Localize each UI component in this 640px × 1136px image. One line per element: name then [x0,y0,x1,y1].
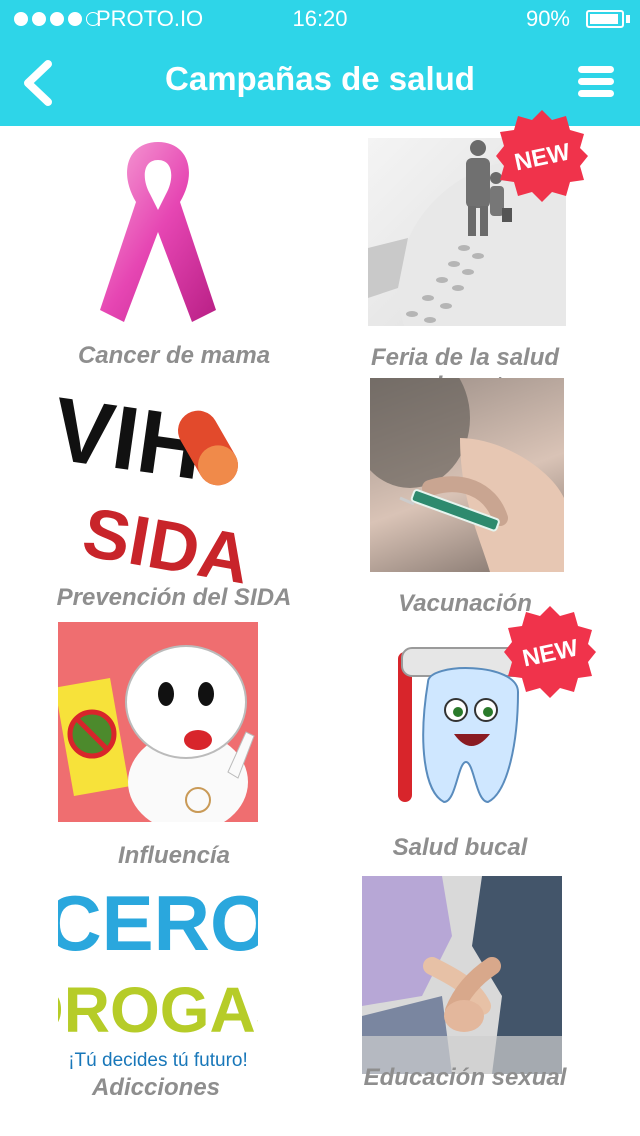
flu-mascot-icon [58,622,258,822]
new-badge: NEW [496,110,588,202]
campaign-label: Prevención del SIDA [56,584,292,611]
battery-tip [626,15,630,23]
campaign-card-salud-bucal[interactable]: NEW Salud bucal [340,606,610,870]
cero-drogas-logo: CERO DROGAS ¡Tú decides tú futuro! [58,880,258,1076]
svg-text:CERO: CERO [58,880,258,967]
battery-icon [586,10,624,28]
svg-text:SIDA: SIDA [77,493,255,588]
hamburger-menu-icon [578,66,614,73]
campaign-label: Influencía [117,842,231,869]
battery-percent: 90% [525,6,570,31]
campaign-card-adicciones[interactable]: CERO DROGAS ¡Tú decides tú futuro! Adicc… [56,880,292,1110]
campaign-card-prevencion-sida[interactable]: VIH SIDA Prevención del SIDA [56,386,292,636]
svg-text:DROGAS: DROGAS [58,974,258,1046]
campaign-label: Salud bucal [392,834,528,861]
campaign-label: Educación sexual [363,1064,567,1091]
campaign-card-influencia[interactable]: Influencía [56,620,292,870]
campaign-card-feria-salud-migrante[interactable]: NEW Feria de la salud migrante [340,110,590,400]
campaign-label: Adicciones [91,1074,221,1101]
page-title: Campañas de salud [165,60,475,97]
svg-text:¡Tú decides tú futuro!: ¡Tú decides tú futuro! [68,1050,248,1071]
campaign-card-educacion-sexual[interactable]: Educación sexual [340,874,590,1120]
campaign-label: Cancer de mama [77,342,271,369]
pink-ribbon-icon [88,132,228,332]
holding-hands-icon [362,876,562,1074]
new-badge: NEW [504,606,596,698]
campaign-card-vacunacion[interactable]: Vacunación [340,376,590,626]
menu-button[interactable] [578,66,614,102]
vih-sida-icon: VIH SIDA [58,388,258,588]
app-header: PROTO.IO 16:20 90% Campañas de salud [0,0,640,126]
campaign-card-cancer-de-mama[interactable]: Cancer de mama [56,130,292,380]
status-bar: PROTO.IO 16:20 90% [0,0,640,38]
vaccine-syringe-icon [370,378,564,572]
